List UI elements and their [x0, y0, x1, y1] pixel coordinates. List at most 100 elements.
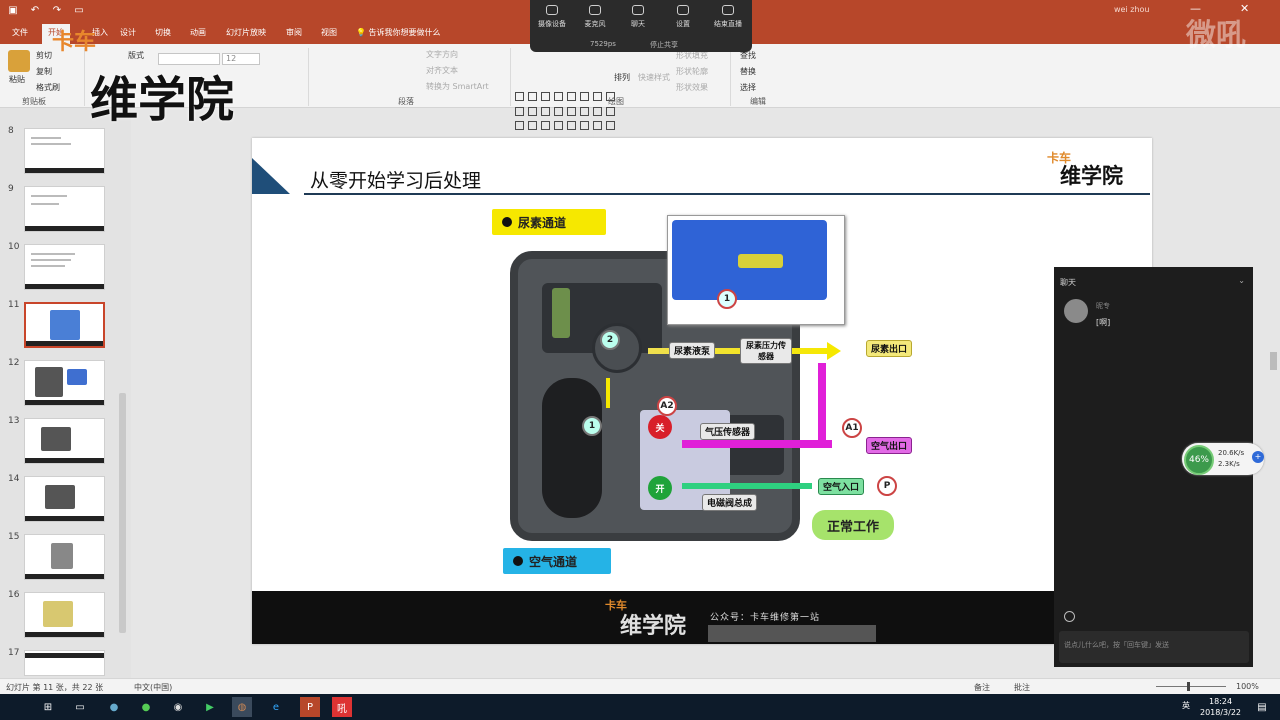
- shape-effects-button[interactable]: 形状效果: [676, 82, 708, 93]
- separator: [510, 48, 511, 106]
- emoji-icon[interactable]: [1064, 611, 1075, 622]
- notification-icon[interactable]: ▤: [1252, 697, 1272, 717]
- zoom-level[interactable]: 100%: [1236, 682, 1259, 691]
- urea-arrow-head: [827, 342, 841, 360]
- ie-icon[interactable]: e: [266, 697, 286, 717]
- slide-thumbnail[interactable]: [24, 650, 105, 676]
- vhall-icon[interactable]: 吼: [332, 697, 352, 717]
- slide-thumbnail[interactable]: [24, 592, 105, 638]
- paste-icon[interactable]: [8, 50, 30, 72]
- slide-thumbnail[interactable]: [24, 418, 105, 464]
- zoom-slider[interactable]: [1156, 686, 1226, 687]
- settings-button[interactable]: 设置: [663, 5, 703, 29]
- tab-design[interactable]: 设计: [120, 27, 136, 38]
- slide-thumbnail[interactable]: [24, 534, 105, 580]
- slide-thumbnail-pane: 8 9 10 11 12 13 14 15 16 17: [0, 108, 131, 678]
- thumb-number: 15: [8, 532, 20, 542]
- user-name[interactable]: wei zhou: [1114, 5, 1149, 14]
- comments-button[interactable]: 批注: [1014, 682, 1030, 693]
- camera-button[interactable]: 摄像设备: [532, 5, 572, 29]
- app-icon[interactable]: ●: [104, 697, 124, 717]
- pump-head: [592, 323, 642, 373]
- watermark-logo-small: 卡车: [52, 30, 97, 55]
- tab-file[interactable]: 文件: [12, 27, 28, 38]
- slide-thumbnail[interactable]: [24, 128, 105, 174]
- chat-message: [啊]: [1096, 318, 1111, 327]
- app-icon[interactable]: ◉: [168, 697, 188, 717]
- task-view-icon[interactable]: ▭: [70, 697, 90, 717]
- smartart-button[interactable]: 转换为 SmartArt: [426, 81, 489, 92]
- avatar: [1064, 299, 1088, 323]
- tab-transitions[interactable]: 切换: [155, 27, 171, 38]
- slide-thumbnail[interactable]: [24, 244, 105, 290]
- app-icon[interactable]: ▶: [200, 697, 220, 717]
- slide-footer: 卡车 维学院 公众号：卡车维修第一站: [252, 591, 1152, 644]
- copy-button[interactable]: 复制: [36, 66, 52, 77]
- urea-up-arrow: [606, 378, 610, 408]
- callout-1: 1: [582, 416, 602, 436]
- chat-input[interactable]: 说点儿什么吧，按「回车键」发送: [1059, 631, 1249, 663]
- save-icon[interactable]: ▣: [6, 3, 20, 17]
- end-live-button[interactable]: 结束直播: [708, 5, 748, 29]
- valve-green-block: [552, 288, 570, 338]
- arrange-button[interactable]: 排列: [614, 72, 630, 83]
- ime-indicator[interactable]: 英: [1182, 700, 1190, 711]
- tab-view[interactable]: 视图: [321, 27, 337, 38]
- slide-title[interactable]: 从零开始学习后处理: [310, 166, 481, 193]
- cut-button[interactable]: 剪切: [36, 50, 52, 61]
- air-flow-arrow-pink: [682, 440, 832, 448]
- browser-icon[interactable]: ◍: [232, 697, 252, 717]
- mic-button[interactable]: 麦克风: [575, 5, 615, 29]
- text-direction-button[interactable]: 文字方向: [426, 49, 458, 60]
- language-indicator[interactable]: 中文(中国): [134, 682, 172, 693]
- slide-thumbnail[interactable]: [24, 360, 105, 406]
- select-button[interactable]: 选择: [740, 82, 756, 93]
- slide-canvas[interactable]: 从零开始学习后处理 卡车 维学院 尿素通道 空气通道 尿素液泵 尿素压力传感器: [252, 138, 1152, 644]
- chat-button[interactable]: 聊天: [618, 5, 658, 29]
- align-text-button[interactable]: 对齐文本: [426, 65, 458, 76]
- slide-thumbnail[interactable]: [24, 186, 105, 232]
- format-painter-button[interactable]: 格式刷: [36, 82, 60, 93]
- tell-me-box[interactable]: 💡 告诉我你想要做什么: [356, 27, 441, 38]
- chevron-down-icon[interactable]: ⌄: [1238, 276, 1245, 285]
- footer-wechat-text: 公众号：卡车维修第一站: [710, 613, 821, 623]
- system-clock[interactable]: 18:24 2018/3/22: [1200, 696, 1241, 718]
- notes-button[interactable]: 备注: [974, 682, 990, 693]
- clock-date: 2018/3/22: [1200, 708, 1242, 717]
- air-outlet-label: 空气出口: [866, 437, 913, 454]
- chat-title: 聊天: [1060, 278, 1076, 287]
- quick-styles-button[interactable]: 快速样式: [638, 72, 670, 83]
- clock-time: 18:24: [1208, 697, 1233, 706]
- replace-button[interactable]: 替换: [740, 66, 756, 77]
- tab-slideshow[interactable]: 幻灯片放映: [226, 27, 266, 38]
- urea-pump-label: 尿素液泵: [669, 342, 716, 359]
- air-reservoir-cylinder: [542, 378, 602, 518]
- separator: [730, 48, 731, 106]
- editor-scrollbar[interactable]: [1270, 352, 1277, 370]
- undo-icon[interactable]: ↶: [28, 3, 42, 17]
- paste-button[interactable]: 粘贴: [9, 74, 25, 85]
- plus-icon[interactable]: +: [1252, 451, 1264, 463]
- normal-operation-badge: 正常工作: [812, 510, 894, 540]
- thumb-number: 16: [8, 590, 20, 600]
- network-speed-widget[interactable]: 46% 20.6K/s 2.3K/s +: [1182, 443, 1264, 475]
- slide-thumbnail[interactable]: [24, 476, 105, 522]
- thumb-number: 8: [8, 126, 14, 136]
- slide-thumbnail-selected[interactable]: [24, 302, 105, 348]
- zoom-slider-knob[interactable]: [1187, 682, 1190, 691]
- thumbnail-scrollbar[interactable]: [119, 393, 126, 633]
- shape-outline-button[interactable]: 形状轮廓: [676, 66, 708, 77]
- tab-review[interactable]: 审阅: [286, 27, 302, 38]
- stop-share-button[interactable]: 停止共享: [650, 40, 678, 50]
- powerpoint-icon[interactable]: P: [300, 697, 320, 717]
- present-icon[interactable]: ▭: [72, 3, 86, 17]
- redo-icon[interactable]: ↷: [50, 3, 64, 17]
- app-icon[interactable]: ●: [136, 697, 156, 717]
- start-icon[interactable]: ⊞: [38, 697, 58, 717]
- slide-counter: 幻灯片 第 11 张，共 22 张: [6, 683, 104, 692]
- shapes-gallery[interactable]: [515, 92, 615, 134]
- thumb-number: 12: [8, 358, 20, 368]
- tab-animations[interactable]: 动画: [190, 27, 206, 38]
- tell-me-label: 告诉我你想要做什么: [368, 28, 441, 37]
- live-meeting-toolbar: 摄像设备 麦克风 聊天 设置 结束直播 7529ps 停止共享: [530, 0, 752, 52]
